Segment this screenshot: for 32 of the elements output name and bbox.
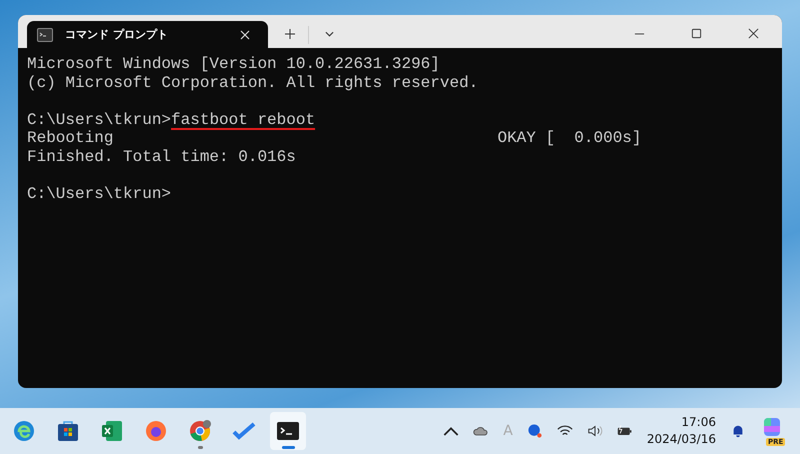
terminal-output-line: Finished. Total time: 0.016s — [27, 148, 297, 166]
terminal-icon — [276, 419, 300, 443]
clock-date: 2024/03/16 — [646, 431, 716, 448]
close-icon[interactable] — [748, 28, 759, 39]
terminal-output-line: Rebooting — [27, 129, 114, 148]
terminal-output-line: Microsoft Windows [Version 10.0.22631.3296] — [27, 55, 441, 74]
dropdown-caret-icon[interactable] — [325, 31, 334, 37]
wifi-icon[interactable] — [556, 424, 573, 438]
close-tab-icon[interactable] — [240, 30, 250, 40]
battery-icon[interactable] — [616, 424, 633, 438]
terminal-output-line: (c) Microsoft Corporation. All rights reserved. — [27, 74, 480, 92]
underlined-command: fastboot reboot — [171, 110, 316, 128]
edge-browser-icon — [12, 419, 36, 443]
cloud-icon[interactable] — [473, 424, 490, 438]
speaker-icon[interactable] — [586, 424, 603, 438]
spreadsheet-icon — [100, 419, 124, 443]
maximize-icon[interactable] — [691, 28, 702, 39]
clock-time: 17:06 — [681, 414, 716, 431]
command-prompt: C:\Users\tkrun> — [27, 184, 172, 202]
status-result: OKAY [ 0.000s] — [497, 129, 642, 148]
tab-title: コマンド プロンプト — [65, 27, 169, 42]
clock[interactable]: 17:06 2024/03/16 — [646, 414, 716, 448]
chrome-icon — [188, 419, 212, 443]
circle-app-icon[interactable] — [526, 424, 543, 438]
command-prompt: C:\Users\tkrun> — [27, 110, 172, 128]
active-indicator — [282, 446, 294, 449]
terminal-tab[interactable]: コマンド プロンプト — [27, 21, 268, 48]
terminal-icon — [37, 28, 53, 42]
store-bag-icon — [56, 419, 80, 443]
new-tab-icon[interactable] — [284, 28, 296, 40]
taskbar-app-button[interactable] — [270, 412, 306, 450]
firefox-icon — [144, 419, 168, 443]
